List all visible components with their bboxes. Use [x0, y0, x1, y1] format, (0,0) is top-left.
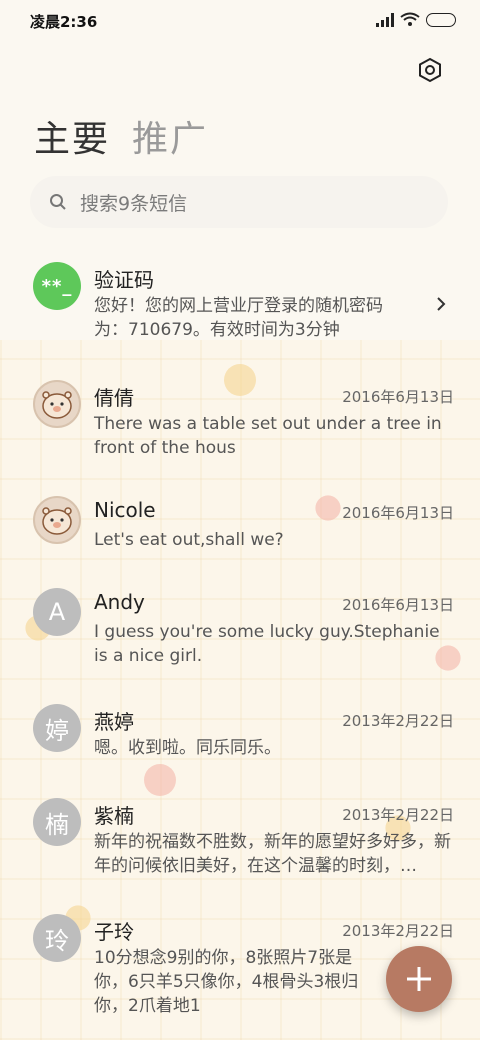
message-preview: 新年的祝福数不胜数，新年的愿望好多好多，新年的问候依旧美好，在这个温馨的时刻，… — [94, 832, 451, 876]
signal-icon — [376, 12, 394, 27]
tab-primary[interactable]: 主要 — [34, 110, 110, 162]
avatar — [33, 380, 81, 428]
contact-name: 燕婷 — [94, 710, 134, 734]
avatar: 玲 — [33, 914, 81, 962]
avatar: 楠 — [33, 798, 81, 846]
conversation-item[interactable]: 倩倩 2016年6月13日 There was a table set out … — [0, 366, 480, 476]
message-date: 2016年6月13日 — [342, 504, 454, 522]
tab-promotions[interactable]: 推广 — [132, 110, 208, 162]
avatar: A — [33, 588, 81, 636]
avatar: **_ — [33, 262, 81, 310]
message-date: 2013年2月22日 — [342, 712, 454, 730]
conversation-item[interactable]: 婷 燕婷 2013年2月22日 嗯。收到啦。同乐同乐。 — [0, 692, 480, 782]
chevron-right-icon — [434, 294, 448, 314]
status-time: 凌晨2:36 — [30, 13, 98, 31]
conversation-item[interactable]: 楠 紫楠 2013年2月22日 新年的祝福数不胜数，新年的愿望好多好多，新年的问… — [0, 786, 480, 896]
new-message-button[interactable] — [386, 946, 452, 1012]
hamster-avatar-icon — [42, 391, 72, 419]
settings-button[interactable] — [414, 54, 446, 86]
message-preview: There was a table set out under a tree i… — [94, 414, 442, 458]
message-date: 2016年6月13日 — [342, 596, 454, 614]
category-tabs: 主要 推广 — [34, 110, 208, 162]
message-date: 2016年6月13日 — [342, 388, 454, 406]
contact-name: Andy — [94, 590, 145, 614]
message-preview: 10分想念9别的你，8张照片7张是你，6只羊5只像你，4根骨头3根归你，2爪着地… — [94, 948, 359, 1016]
message-preview: 嗯。收到啦。同乐同乐。 — [94, 738, 281, 758]
search-bar[interactable]: 搜索9条短信 — [30, 176, 448, 228]
message-preview: Let's eat out,shall we? — [94, 530, 284, 550]
contact-name: 子玲 — [94, 920, 134, 944]
contact-name: 验证码 — [94, 268, 154, 292]
contact-name: 倩倩 — [94, 386, 134, 410]
avatar: 婷 — [33, 704, 81, 752]
contact-name: Nicole — [94, 498, 156, 522]
status-icons — [376, 12, 456, 27]
avatar — [33, 496, 81, 544]
settings-hexagon-icon — [419, 57, 441, 83]
message-preview: 您好！您的网上营业厅登录的随机密码为：710679。有效时间为3分钟 — [94, 296, 383, 340]
conversation-item[interactable]: A Andy 2016年6月13日 I guess you're some lu… — [0, 576, 480, 686]
wifi-icon — [400, 12, 420, 26]
conversation-item[interactable]: **_ 验证码 您好！您的网上营业厅登录的随机密码为：710679。有效时间为3… — [0, 250, 480, 350]
search-placeholder: 搜索9条短信 — [80, 192, 188, 215]
conversation-item[interactable]: Nicole 2016年6月13日 Let's eat out,shall we… — [0, 482, 480, 582]
plus-icon — [407, 967, 431, 991]
search-icon — [48, 192, 68, 212]
status-bar: 凌晨2:36 — [0, 0, 480, 40]
battery-icon — [426, 12, 456, 27]
message-date: 2013年2月22日 — [342, 922, 454, 940]
message-preview: I guess you're some lucky guy.Stephanie … — [94, 622, 440, 666]
hamster-avatar-icon — [42, 507, 72, 535]
contact-name: 紫楠 — [94, 804, 134, 828]
message-date: 2013年2月22日 — [342, 806, 454, 824]
